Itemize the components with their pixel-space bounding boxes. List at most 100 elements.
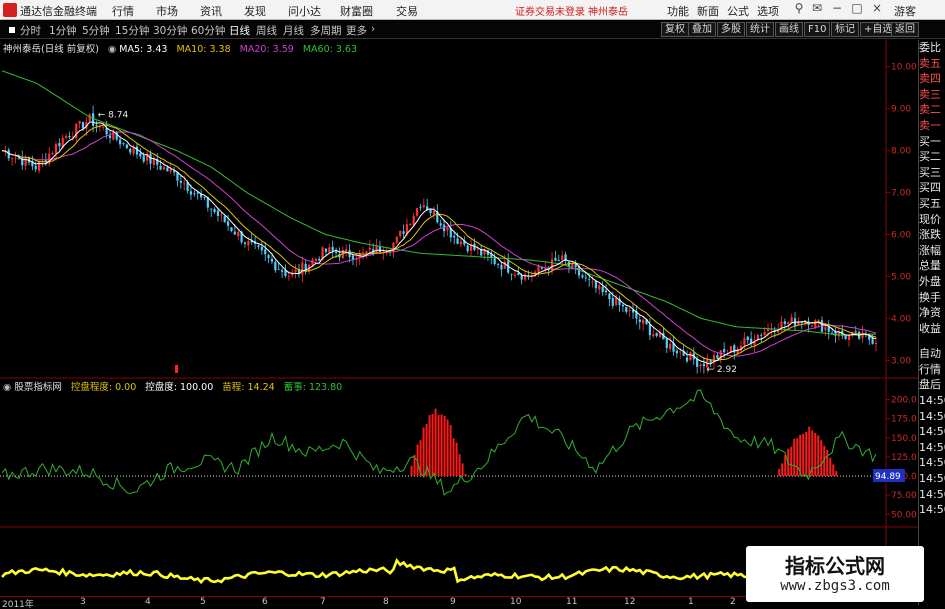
multi-stock-button[interactable]: 多股: [717, 22, 745, 37]
indicator-legend: ◉ 股票指标网 控盘程度: 0.00 控盘度: 100.00 苗程: 14.24…: [3, 379, 348, 393]
indicator-settings-icon[interactable]: ◉: [3, 382, 11, 393]
draw-line-button[interactable]: 画线: [775, 22, 803, 37]
candle-body: [193, 193, 196, 195]
menu-item-wealth[interactable]: 财富圈: [340, 3, 373, 19]
menu-item-market[interactable]: 市场: [156, 3, 178, 19]
side-panel-item: 总量: [919, 259, 941, 273]
minimize-icon[interactable]: −: [830, 1, 844, 17]
indicator-bar: [814, 432, 817, 477]
low-annotation: ← 2.92: [707, 365, 737, 375]
candle-body: [510, 273, 513, 275]
period-tab-60min[interactable]: 60分钟: [191, 23, 225, 38]
period-tab-1min[interactable]: 1分钟: [49, 23, 77, 38]
period-tab-weekly[interactable]: 周线: [256, 23, 277, 38]
candle-body: [679, 351, 682, 353]
indicator-bar: [790, 446, 793, 477]
candle-body: [119, 139, 122, 145]
login-status[interactable]: 证券交易未登录: [515, 3, 585, 18]
candle-body: [129, 148, 132, 153]
guest-label[interactable]: 游客: [894, 3, 916, 19]
candle-body: [685, 357, 689, 362]
candle-body: [594, 280, 598, 289]
candle-body: [24, 157, 27, 166]
candle-body: [334, 251, 338, 253]
period-tab-multi[interactable]: 多周期: [310, 23, 342, 38]
period-tab-monthly[interactable]: 月线: [283, 23, 304, 38]
candle-body: [814, 320, 817, 327]
menu-item-discover[interactable]: 发现: [244, 3, 266, 19]
ma60-line: [1, 70, 877, 336]
settings-icon[interactable]: ◉: [108, 44, 116, 55]
candle-body: [743, 338, 746, 345]
time-axis-label: 4: [145, 597, 151, 607]
maximize-icon[interactable]: □: [850, 1, 864, 17]
candle-body: [500, 264, 503, 270]
candle-body: [716, 355, 719, 359]
function-button[interactable]: 功能: [667, 3, 689, 19]
period-tab-daily[interactable]: 日线: [229, 23, 250, 38]
envelope-icon[interactable]: ✉: [810, 1, 824, 17]
candle-body: [824, 327, 827, 331]
candle-body: [264, 249, 267, 255]
candle-body: [861, 332, 864, 338]
menu-item-ask[interactable]: 问小达: [288, 3, 321, 19]
chart-area[interactable]: 10.00 9.00 8.00 7.00 6.00 5.00 4.00 3.00 200.0 17…: [0, 40, 918, 596]
formula-button[interactable]: 公式: [727, 3, 749, 19]
options-button[interactable]: 选项: [757, 3, 779, 19]
candle-body: [17, 158, 20, 160]
chart-svg[interactable]: 10.00 9.00 8.00 7.00 6.00 5.00 4.00 3.00 200.0 17…: [0, 40, 918, 596]
candle-body: [210, 208, 213, 210]
candle-body: [588, 278, 591, 280]
indicator-bar: [802, 433, 805, 477]
user-icon[interactable]: ⚲: [792, 1, 806, 17]
candle-body: [760, 334, 763, 336]
f10-button[interactable]: F10: [804, 22, 831, 37]
candle-body: [51, 152, 54, 155]
candle-body: [723, 348, 726, 353]
side-panel-gap: [919, 336, 945, 346]
yellow-line: [1, 557, 878, 585]
chevron-right-icon[interactable]: ›: [371, 23, 375, 35]
new-page-button[interactable]: 新面: [697, 3, 719, 19]
period-tab-intraday[interactable]: 分时: [20, 23, 41, 38]
candle-body: [149, 153, 152, 164]
menu-item-trade[interactable]: 交易: [396, 3, 418, 19]
candle-body: [324, 248, 328, 252]
side-panel-item: 卖一: [919, 118, 941, 132]
ma20-label: MA20: 3.59: [239, 44, 294, 55]
side-panel-time-item: 行情: [919, 362, 941, 376]
candle-body: [621, 304, 625, 307]
candle-body: [615, 297, 618, 305]
candle-body: [125, 144, 128, 149]
candle-body: [638, 319, 641, 323]
stock-name-label: 神州泰岳(日线 前复权): [3, 44, 99, 55]
period-tab-30min[interactable]: 30分钟: [153, 23, 187, 38]
side-panel-time-item: 自动: [919, 347, 941, 361]
indicator-bar: [455, 442, 458, 477]
mark-button[interactable]: 标记: [831, 22, 859, 37]
menu-item-news[interactable]: 资讯: [200, 3, 222, 19]
stock-link[interactable]: 神州泰岳: [588, 3, 628, 18]
period-tab-5min[interactable]: 5分钟: [82, 23, 110, 38]
statistics-button[interactable]: 统计: [746, 22, 774, 37]
indicator-bar: [434, 408, 437, 477]
overlay-button[interactable]: 叠加: [688, 22, 716, 37]
period-tab-more[interactable]: 更多: [346, 23, 367, 38]
side-panel-time-item: 14:50: [919, 487, 945, 501]
menu-bar: 通达信金融终端 行情 市场 资讯 发现 问小达 财富圈 交易 证券交易未登录 神…: [0, 0, 945, 20]
period-tab-15min[interactable]: 15分钟: [115, 23, 149, 38]
close-icon[interactable]: ×: [870, 1, 884, 17]
candle-body: [496, 264, 500, 265]
candle-body: [787, 322, 790, 325]
indicator-bar: [796, 438, 799, 477]
menu-item-quotes[interactable]: 行情: [112, 3, 134, 19]
adjust-button[interactable]: 复权: [661, 22, 689, 37]
candle-body: [598, 285, 601, 290]
back-button[interactable]: 返回: [891, 22, 919, 37]
indicator-bar: [446, 419, 449, 477]
candle-body: [554, 257, 557, 261]
candle-body: [213, 209, 216, 213]
high-annotation: ← 8.74: [98, 110, 129, 120]
time-axis-label: 11: [566, 597, 578, 607]
candle-body: [439, 223, 442, 226]
